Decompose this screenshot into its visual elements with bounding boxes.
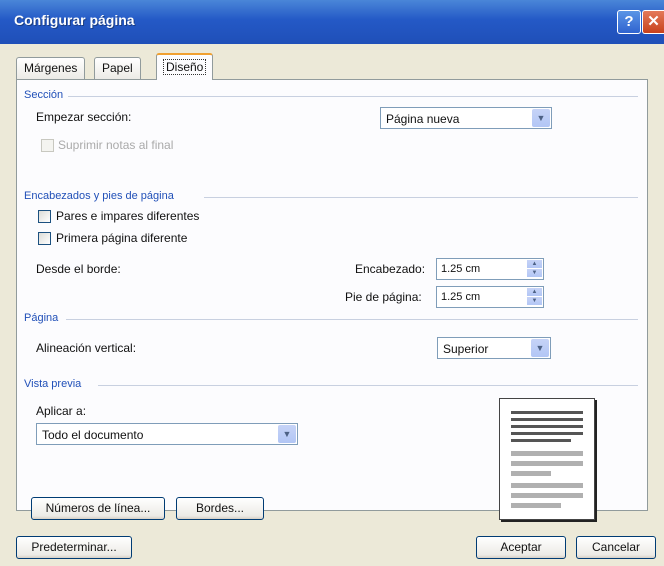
- suprimir-notas-checkbox: [41, 139, 54, 152]
- chevron-down-icon[interactable]: ▼: [278, 425, 296, 443]
- tab-margenes[interactable]: Márgenes: [16, 57, 86, 79]
- preview-line: [511, 411, 583, 414]
- tab-papel[interactable]: Papel: [94, 57, 141, 79]
- preview-line: [511, 451, 583, 456]
- tab-diseno[interactable]: Diseño: [156, 53, 214, 80]
- spin-buttons[interactable]: ▲ ▼: [527, 260, 542, 278]
- primera-pagina-label: Primera página diferente: [56, 231, 188, 245]
- preview-line: [511, 425, 583, 428]
- alineacion-vertical-value: Superior: [443, 342, 489, 356]
- aceptar-button[interactable]: Aceptar: [476, 536, 566, 559]
- preview-line: [511, 493, 583, 498]
- spin-buttons[interactable]: ▲ ▼: [527, 288, 542, 306]
- bordes-button[interactable]: Bordes...: [176, 497, 264, 520]
- close-button[interactable]: ✕: [642, 10, 664, 34]
- preview-line: [511, 418, 583, 421]
- chevron-down-icon[interactable]: ▼: [531, 339, 549, 357]
- pie-pagina-spinner[interactable]: 1.25 cm ▲ ▼: [436, 286, 544, 308]
- pie-pagina-label: Pie de página:: [345, 290, 422, 304]
- spin-up-icon[interactable]: ▲: [527, 260, 542, 268]
- preview-line: [511, 461, 583, 466]
- empezar-seccion-select[interactable]: Página nueva ▼: [380, 107, 552, 129]
- cancelar-button[interactable]: Cancelar: [576, 536, 656, 559]
- section-heading-pagina: Página: [24, 312, 59, 324]
- section-divider: [98, 385, 638, 386]
- pares-impares-label: Pares e impares diferentes: [56, 209, 200, 223]
- section-heading-encabezados: Encabezados y pies de página: [24, 190, 174, 202]
- aplicar-a-label: Aplicar a:: [36, 404, 87, 418]
- section-heading-seccion: Sección: [24, 89, 64, 101]
- encabezado-value: 1.25 cm: [441, 263, 481, 275]
- pares-impares-checkbox[interactable]: [38, 210, 51, 223]
- title-bar[interactable]: Configurar página ? ✕: [0, 0, 664, 44]
- alineacion-vertical-label: Alineación vertical:: [36, 341, 137, 355]
- alineacion-vertical-select[interactable]: Superior ▼: [437, 337, 551, 359]
- empezar-seccion-label: Empezar sección:: [36, 110, 132, 124]
- encabezado-label: Encabezado:: [355, 262, 426, 276]
- aplicar-a-select[interactable]: Todo el documento ▼: [36, 423, 298, 445]
- spin-down-icon[interactable]: ▼: [527, 297, 542, 305]
- preview-line: [511, 432, 583, 435]
- section-heading-vista-previa: Vista previa: [24, 378, 82, 390]
- preview-line: [511, 503, 561, 508]
- predeterminar-button[interactable]: Predeterminar...: [16, 536, 132, 559]
- encabezado-spinner[interactable]: 1.25 cm ▲ ▼: [436, 258, 544, 280]
- aplicar-a-value: Todo el documento: [42, 428, 144, 442]
- tab-margenes-label: Márgenes: [24, 61, 78, 75]
- primera-pagina-checkbox[interactable]: [38, 232, 51, 245]
- numeros-linea-button[interactable]: Números de línea...: [31, 497, 165, 520]
- tab-papel-label: Papel: [102, 61, 133, 75]
- pie-pagina-value: 1.25 cm: [441, 291, 481, 303]
- preview-line: [511, 471, 551, 476]
- spin-up-icon[interactable]: ▲: [527, 288, 542, 296]
- help-button[interactable]: ?: [617, 10, 641, 34]
- chevron-down-icon[interactable]: ▼: [532, 109, 550, 127]
- section-divider: [66, 319, 638, 320]
- suprimir-notas-label: Suprimir notas al final: [58, 138, 174, 152]
- section-divider: [68, 96, 638, 97]
- section-divider: [204, 197, 638, 198]
- empezar-seccion-value: Página nueva: [386, 112, 460, 126]
- preview-line: [511, 439, 571, 442]
- preview-line: [511, 483, 583, 488]
- tab-diseno-label: Diseño: [162, 59, 207, 75]
- window-title: Configurar página: [14, 12, 135, 28]
- desde-borde-label: Desde el borde:: [36, 262, 121, 276]
- page-preview: [499, 398, 595, 520]
- spin-down-icon[interactable]: ▼: [527, 269, 542, 277]
